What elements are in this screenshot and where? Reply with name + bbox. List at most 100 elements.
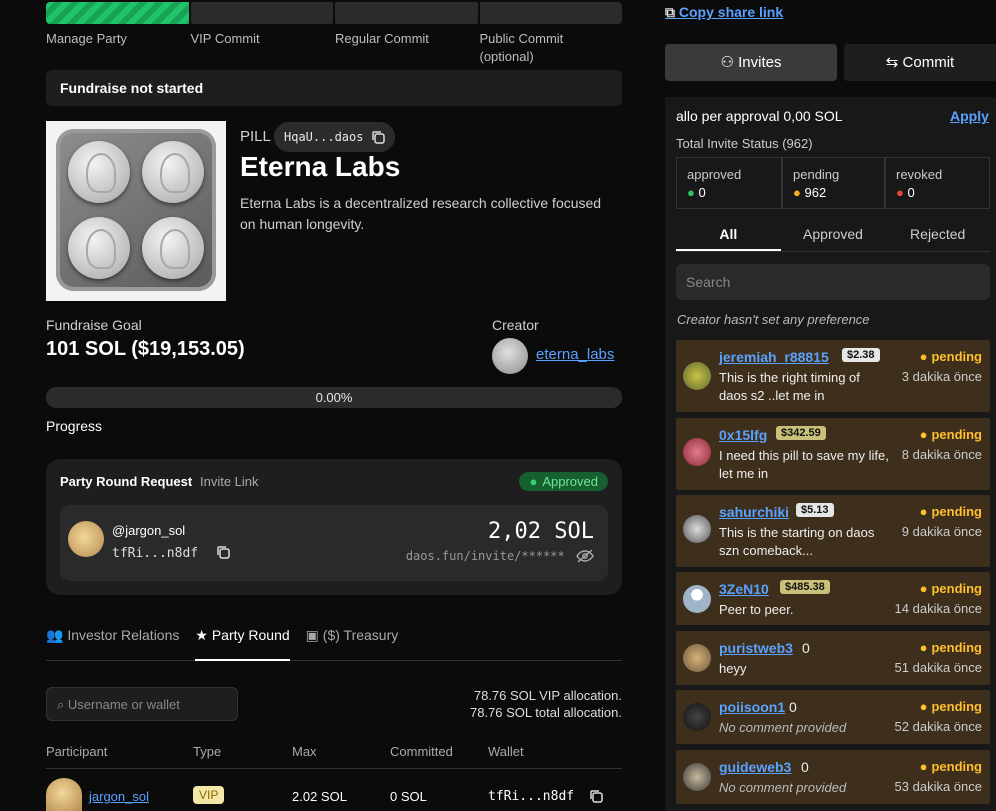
invite-username[interactable]: guideweb3 bbox=[719, 759, 791, 775]
invite-item[interactable]: puristweb3 0 pending heyy 51 dakika önce bbox=[676, 631, 990, 685]
status-dot: ● bbox=[687, 185, 695, 200]
step-vip-commit[interactable]: VIP Commit bbox=[190, 2, 333, 66]
tab-party-round[interactable]: ★ Party Round bbox=[195, 624, 290, 661]
tab-treasury[interactable]: ▣ ($) Treasury bbox=[306, 624, 399, 661]
apply-button[interactable]: Apply bbox=[950, 108, 989, 124]
invite-username[interactable]: 0x15lfg bbox=[719, 427, 767, 443]
status-badge: pending bbox=[920, 759, 982, 774]
invite-item[interactable]: jeremiah_r88815 $2.38 pending This is th… bbox=[676, 340, 990, 412]
allocation-summary: 78.76 SOL VIP allocation. 78.76 SOL tota… bbox=[400, 687, 622, 721]
invite-link-label[interactable]: Invite Link bbox=[200, 474, 259, 489]
status-badge: Approved bbox=[519, 472, 608, 491]
creator-label: Creator bbox=[492, 317, 539, 333]
step-bar bbox=[479, 2, 622, 24]
invite-item[interactable]: sahurchiki $5.13 pending This is the sta… bbox=[676, 495, 990, 567]
progress-label: Progress bbox=[46, 418, 103, 434]
invite-search-input[interactable]: Search bbox=[676, 264, 990, 300]
copy-icon[interactable] bbox=[589, 789, 603, 803]
stat-label: approved bbox=[687, 167, 742, 182]
table-divider bbox=[46, 768, 622, 769]
commit-button[interactable]: ⇆ Commit bbox=[844, 44, 996, 81]
value-badge: $2.38 bbox=[842, 348, 880, 362]
tab-approved[interactable]: Approved bbox=[781, 220, 886, 251]
invites-label: Invites bbox=[738, 54, 782, 71]
avatar bbox=[46, 778, 82, 811]
token-address: HqaU...daos bbox=[284, 130, 364, 144]
section-tabs: 👥 Investor Relations ★ Party Round ▣ ($)… bbox=[46, 624, 622, 661]
step-bar bbox=[335, 2, 478, 24]
copy-icon[interactable] bbox=[216, 545, 230, 559]
request-detail: @jargon_sol tfRi...n8df 2,02 SOL daos.fu… bbox=[60, 505, 608, 581]
stat-value: 0 bbox=[698, 185, 706, 200]
pill-shape bbox=[68, 141, 130, 203]
goal-label: Fundraise Goal bbox=[46, 317, 142, 333]
status-badge: pending bbox=[920, 640, 982, 655]
invites-button[interactable]: ⚇ Invites bbox=[665, 44, 837, 81]
status-badge: pending bbox=[920, 699, 982, 714]
total-allocation: 78.76 SOL total allocation. bbox=[469, 705, 622, 720]
step-label: Manage Party bbox=[46, 31, 127, 46]
invite-message: Peer to peer. bbox=[719, 602, 794, 617]
status-badge: pending bbox=[920, 427, 982, 442]
status-badge: pending bbox=[920, 504, 982, 519]
tab-label: Investor Relations bbox=[67, 627, 180, 643]
pill-shape bbox=[142, 141, 204, 203]
invite-item[interactable]: 3ZeN10 $485.38 pending Peer to peer. 14 … bbox=[676, 572, 990, 625]
party-round-request-card: Party Round Request Invite Link Approved… bbox=[46, 459, 622, 595]
col-type: Type bbox=[193, 744, 222, 759]
participant-link[interactable]: jargon_sol bbox=[89, 789, 149, 804]
step-bar bbox=[46, 2, 189, 24]
invite-item[interactable]: poiisoon1 0 pending No comment provided … bbox=[676, 690, 990, 744]
invite-message: heyy bbox=[719, 661, 747, 676]
status-badge: pending bbox=[920, 581, 982, 596]
invite-username[interactable]: 3ZeN10 bbox=[719, 581, 769, 597]
col-participant: Participant bbox=[46, 744, 108, 759]
copy-icon: ⧉ bbox=[665, 4, 675, 20]
creator-preference-note: Creator hasn't set any preference bbox=[677, 312, 870, 327]
goal-value: 101 SOL ($19,153.05) bbox=[46, 338, 245, 360]
step-label: VIP Commit bbox=[190, 31, 260, 46]
status-dot: ● bbox=[896, 185, 904, 200]
wallet-value: tfRi...n8df bbox=[488, 789, 575, 804]
invite-item[interactable]: guideweb3 0 pending No comment provided … bbox=[676, 750, 990, 804]
invite-time: 51 dakika önce bbox=[894, 660, 982, 675]
invite-link: daos.fun/invite/****** bbox=[406, 549, 594, 563]
invite-username[interactable]: sahurchiki bbox=[719, 504, 789, 520]
participant-search-input[interactable]: ⌕ Username or wallet bbox=[46, 687, 238, 721]
stat-approved: approved ● 0 bbox=[676, 157, 782, 209]
stat-revoked: revoked ● 0 bbox=[885, 157, 990, 209]
progress-text: 0.00% bbox=[315, 390, 353, 405]
step-public-commit[interactable]: Public Commit (optional) bbox=[479, 2, 622, 66]
invite-item[interactable]: 0x15lfg $342.59 pending I need this pill… bbox=[676, 418, 990, 490]
invite-username[interactable]: poiisoon1 bbox=[719, 699, 785, 715]
tab-rejected[interactable]: Rejected bbox=[885, 220, 990, 251]
token-address-chip[interactable]: HqaU...daos bbox=[274, 122, 396, 152]
invite-zero-value: 0 bbox=[789, 699, 797, 715]
step-bar bbox=[190, 2, 333, 24]
invite-time: 9 dakika önce bbox=[901, 524, 982, 539]
value-badge: $5.13 bbox=[796, 503, 834, 517]
search-placeholder: Username or wallet bbox=[67, 697, 180, 712]
tab-label: Party Round bbox=[211, 627, 290, 643]
eye-off-icon[interactable] bbox=[576, 549, 594, 563]
step-regular-commit[interactable]: Regular Commit bbox=[335, 2, 478, 66]
tab-all[interactable]: All bbox=[676, 220, 781, 251]
avatar bbox=[683, 763, 711, 791]
step-manage-party[interactable]: Manage Party bbox=[46, 2, 189, 66]
request-wallet: tfRi...n8df bbox=[112, 545, 230, 561]
invite-username[interactable]: puristweb3 bbox=[719, 640, 793, 656]
copy-share-link[interactable]: ⧉ Copy share link bbox=[665, 4, 783, 21]
invite-time: 14 dakika önce bbox=[894, 601, 982, 616]
avatar bbox=[68, 521, 104, 557]
copy-icon[interactable] bbox=[371, 130, 386, 144]
tab-investor-relations[interactable]: 👥 Investor Relations bbox=[46, 624, 179, 661]
invite-username[interactable]: jeremiah_r88815 bbox=[719, 349, 829, 365]
allo-per-approval: allo per approval 0,00 SOL bbox=[676, 108, 843, 124]
avatar bbox=[683, 362, 711, 390]
creator-link[interactable]: eterna_labs bbox=[536, 346, 614, 363]
avatar bbox=[683, 703, 711, 731]
status-badge: pending bbox=[920, 349, 982, 364]
invite-message: No comment provided bbox=[719, 780, 847, 795]
creator-avatar[interactable] bbox=[492, 338, 528, 374]
total-invite-status: Total Invite Status (962) bbox=[676, 136, 813, 151]
